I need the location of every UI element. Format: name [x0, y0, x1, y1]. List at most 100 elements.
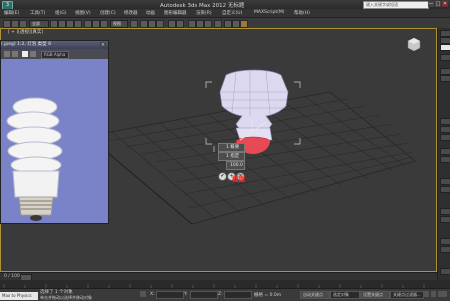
angle-snap-icon[interactable]: [148, 20, 156, 28]
frame-buffer-window: (.jpeg) 1:2, 灯泡 类型 8 × RGB Alpha: [0, 40, 109, 224]
selection-filter-select[interactable]: 全部: [29, 20, 49, 28]
align-icon[interactable]: [176, 20, 184, 28]
mirror-icon[interactable]: [168, 20, 176, 28]
z-label: Z:: [218, 292, 223, 297]
maxscript-listener[interactable]: Max to Physics: [0, 292, 38, 300]
frame-buffer-close-icon[interactable]: ×: [100, 42, 106, 48]
rollout-button-2[interactable]: [440, 126, 450, 133]
rollout-button-6[interactable]: [440, 178, 450, 185]
key-filters-button[interactable]: 关键点过滤器...: [390, 291, 424, 299]
save-image-icon[interactable]: [4, 51, 10, 57]
material-editor-icon[interactable]: [214, 20, 222, 28]
annotation-label: 截面: [232, 175, 245, 183]
minimize-button[interactable]: —: [428, 1, 434, 7]
viewcube-icon: [407, 37, 421, 52]
command-panel: [437, 28, 450, 290]
rollout-button-3[interactable]: [440, 134, 450, 141]
x-label: X:: [150, 292, 155, 297]
y-label: Y:: [184, 292, 188, 297]
z-coord-field[interactable]: [224, 291, 252, 299]
maximize-button[interactable]: □: [435, 1, 441, 7]
menu-create[interactable]: 创建(C): [100, 10, 116, 16]
play-icon[interactable]: [424, 291, 429, 297]
scale-icon[interactable]: [100, 20, 108, 28]
quad-menu-item-assign[interactable]: 1 指定: [218, 152, 245, 161]
channel-select[interactable]: RGB Alpha: [41, 51, 69, 59]
undo-icon[interactable]: [3, 20, 11, 28]
set-key-button[interactable]: 设置关键点: [360, 291, 390, 299]
rollout-button-12[interactable]: [440, 268, 450, 275]
render-frame-icon[interactable]: [232, 20, 240, 28]
window-title: Autodesk 3ds Max 2012 无标题: [160, 3, 245, 9]
rollout-button-8[interactable]: [440, 208, 450, 215]
link-icon[interactable]: [19, 20, 27, 28]
layer-manager-icon[interactable]: [188, 20, 196, 28]
prompt-hint: 单击并拖动以选择并移动对象: [40, 295, 92, 300]
render-teapot-icon[interactable]: [240, 20, 248, 28]
next-frame-icon[interactable]: [431, 291, 436, 297]
frame-buffer-title[interactable]: (.jpeg) 1:2, 灯泡 类型 8: [1, 41, 108, 49]
confirm-icon[interactable]: ✔: [218, 172, 227, 181]
rollout-button-10[interactable]: [440, 238, 450, 245]
object-name-field[interactable]: [440, 44, 450, 51]
create-tab-icon[interactable]: [440, 30, 450, 37]
menu-edit[interactable]: 编辑(E): [4, 10, 19, 16]
curve-editor-icon[interactable]: [196, 20, 204, 28]
channel-toggle-icon[interactable]: [22, 51, 28, 57]
select-by-name-icon[interactable]: [58, 20, 66, 28]
menu-customize[interactable]: 自定义(U): [222, 10, 242, 16]
menu-animation[interactable]: 动画: [146, 10, 155, 16]
rollout-button-1[interactable]: [440, 118, 450, 125]
percent-snap-icon[interactable]: [156, 20, 164, 28]
redo-icon[interactable]: [11, 20, 19, 28]
rollout-button-11[interactable]: [440, 246, 450, 253]
stack-item-1[interactable]: [440, 68, 450, 75]
bulb-reference-image: [1, 59, 108, 223]
rollout-button-4[interactable]: [440, 148, 450, 155]
reference-coord-select[interactable]: 视图: [110, 20, 128, 28]
menu-rendering[interactable]: 渲染(R): [196, 10, 212, 16]
grid-size: 栅格 = 0.0m: [254, 293, 282, 298]
menu-bar: 编辑(E) 工具(T) 组(G) 视图(V) 创建(C) 修改器 动画 图形编辑…: [0, 9, 450, 18]
stack-item-2[interactable]: [440, 75, 450, 82]
menu-group[interactable]: 组(G): [55, 10, 67, 16]
menu-tools[interactable]: 工具(T): [30, 10, 45, 16]
menu-help[interactable]: 帮助(H): [294, 10, 310, 16]
move-icon[interactable]: [84, 20, 92, 28]
menu-maxscript[interactable]: MAXScript(M): [254, 10, 285, 15]
title-bar: 3 Autodesk 3ds Max 2012 无标题 键入关键字或短语 — □…: [0, 0, 450, 10]
copy-image-icon[interactable]: [12, 51, 18, 57]
rollout-button-7[interactable]: [440, 186, 450, 193]
menu-graph-editors[interactable]: 图形编辑器: [164, 10, 187, 16]
search-input[interactable]: 键入关键字或短语: [363, 1, 429, 9]
window-crossing-icon[interactable]: [74, 20, 82, 28]
rotate-icon[interactable]: [92, 20, 100, 28]
frame-ruler[interactable]: [0, 280, 450, 288]
x-coord-field[interactable]: [156, 291, 184, 299]
menu-modifiers[interactable]: 修改器: [124, 10, 138, 16]
menu-views[interactable]: 视图(V): [75, 10, 91, 16]
close-button[interactable]: ✕: [442, 1, 448, 7]
cfl-bulb-photo: [6, 97, 63, 221]
time-slider-label: 0 / 100: [4, 274, 20, 279]
modifier-list-select[interactable]: [440, 54, 450, 61]
zoom-extents-icon[interactable]: [438, 291, 447, 297]
rollout-button-9[interactable]: [440, 216, 450, 223]
quad-menu-item-summary[interactable]: 1 概要: [218, 143, 245, 152]
render-setup-icon[interactable]: [224, 20, 232, 28]
auto-key-button[interactable]: 自动关键点: [300, 291, 330, 299]
rect-selection-icon[interactable]: [66, 20, 74, 28]
lock-selection-icon[interactable]: [140, 291, 146, 297]
pivot-icon[interactable]: [130, 20, 138, 28]
snap-icon[interactable]: [140, 20, 148, 28]
y-coord-field[interactable]: [190, 291, 218, 299]
rollout-button-5[interactable]: [440, 156, 450, 163]
quad-menu-value-field[interactable]: 100.0: [226, 161, 245, 170]
modify-tab-icon[interactable]: [440, 37, 450, 44]
status-bar: 选择了 1 个对象 单击并拖动以选择并移动对象 X: Y: Z: 栅格 = 0.…: [0, 288, 450, 301]
selected-set-select[interactable]: 选定对象: [330, 291, 360, 299]
clear-icon[interactable]: [30, 51, 36, 57]
schematic-icon[interactable]: [204, 20, 212, 28]
select-object-icon[interactable]: [50, 20, 58, 28]
viewport-label[interactable]: [ + ][透视][真实]: [8, 29, 43, 35]
